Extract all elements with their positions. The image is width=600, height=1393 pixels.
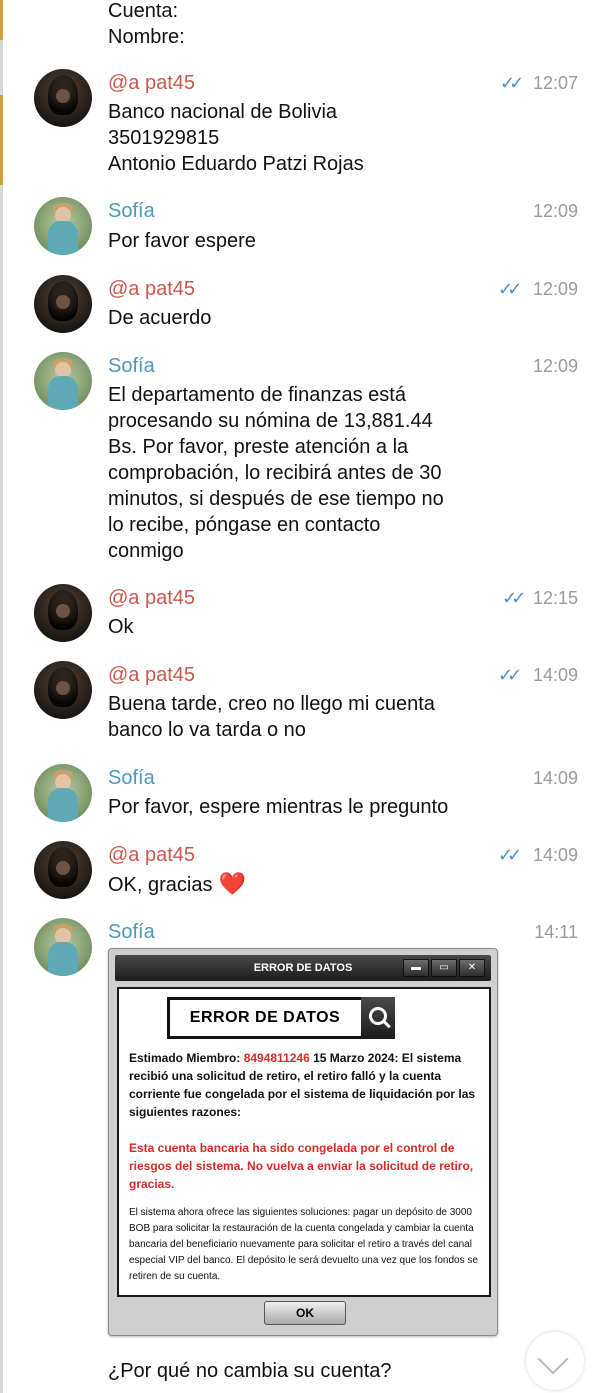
error-header: ERROR DE DATOS: [189, 1009, 341, 1026]
avatar-pat45[interactable]: [34, 69, 92, 127]
member-number: 8494811246: [243, 1051, 310, 1065]
sender-name[interactable]: @a pat45: [108, 70, 195, 96]
message-text: Ok: [108, 616, 134, 638]
message-time: 14:09: [532, 768, 578, 788]
message-time: 12:09: [532, 356, 578, 376]
sender-name[interactable]: @a pat45: [108, 662, 195, 688]
sender-name[interactable]: @a pat45: [108, 842, 195, 868]
message-text: minutos, si después de ese tiempo no: [108, 488, 444, 510]
avatar-sofia[interactable]: [34, 197, 92, 255]
heart-icon: ❤️: [218, 871, 246, 896]
ok-button: OK: [264, 1301, 346, 1325]
message-text: Por favor, espere mientras le pregunto: [108, 796, 449, 818]
sender-name[interactable]: Sofía: [108, 919, 155, 945]
chevron-down-icon: [537, 1343, 569, 1375]
message-text: Buena tarde, creo no llego mi cuenta: [108, 693, 435, 715]
error-paragraph-2: Esta cuenta bancaria ha sido congelada p…: [129, 1141, 474, 1191]
read-receipt-icon: ✓✓: [498, 665, 522, 685]
sender-name[interactable]: Sofía: [108, 353, 155, 379]
message-text: OK, gracias ❤️: [108, 871, 246, 898]
error-paragraph-1: Estimado Miembro: 8494811246 15 Marzo 20…: [129, 1049, 479, 1121]
message-time: 14:09: [532, 665, 578, 685]
message-text: Antonio Eduardo Patzi Rojas: [108, 153, 364, 175]
read-receipt-icon: ✓✓: [498, 279, 522, 299]
message-time: 12:15: [532, 588, 578, 608]
message-text: ¿Por qué no cambia su cuenta?: [108, 1360, 392, 1382]
avatar-pat45[interactable]: [34, 841, 92, 899]
close-icon: ✕: [459, 959, 485, 977]
message-text: El departamento de finanzas está: [108, 384, 406, 406]
minimize-icon: ▬: [403, 959, 429, 977]
message-text: Bs. Por favor, preste atención a la: [108, 436, 409, 458]
message-text: OK, gracias: [108, 874, 213, 896]
read-receipt-icon: ✓✓: [502, 588, 526, 608]
message-text: 3501929815: [108, 127, 220, 149]
window-controls: ▬ ▭ ✕: [403, 959, 485, 977]
read-receipt-icon: ✓✓: [498, 845, 522, 865]
message-text: De acuerdo: [108, 307, 212, 329]
sender-name[interactable]: Sofía: [108, 765, 155, 791]
message-text: procesando su nómina de 13,881.44: [108, 410, 433, 432]
error-paragraph-3: El sistema ahora ofrece las siguientes s…: [129, 1207, 478, 1282]
avatar-sofia[interactable]: [34, 918, 92, 976]
avatar-pat45[interactable]: [34, 275, 92, 333]
message-text: comprobación, lo recibirá antes de 30: [108, 462, 442, 484]
sender-name[interactable]: @a pat45: [108, 585, 195, 611]
message-time: 12:09: [532, 201, 578, 221]
edge-accent: [0, 0, 3, 40]
error-header-box: ERROR DE DATOS: [167, 997, 395, 1039]
avatar-pat45[interactable]: [34, 584, 92, 642]
scroll-to-bottom-button[interactable]: [526, 1332, 584, 1390]
avatar-pat45[interactable]: [34, 661, 92, 719]
message-text: Cuenta:: [108, 0, 179, 22]
message-text: Por favor espere: [108, 230, 256, 252]
maximize-icon: ▭: [431, 959, 457, 977]
message-time: 14:09: [532, 845, 578, 865]
avatar-sofia[interactable]: [34, 352, 92, 410]
message-time: 12:09: [532, 279, 578, 299]
edge-accent: [0, 95, 3, 185]
read-receipt-icon: ✓✓: [500, 73, 524, 93]
sender-name[interactable]: @a pat45: [108, 276, 195, 302]
message-text: conmigo: [108, 540, 184, 562]
avatar-sofia[interactable]: [34, 764, 92, 822]
error-p1-prefix: Estimado Miembro:: [129, 1051, 244, 1065]
error-window-titlebar: ERROR DE DATOS ▬ ▭ ✕: [115, 955, 491, 981]
error-image-attachment[interactable]: ERROR DE DATOS ▬ ▭ ✕ ERROR DE DATOS Esti…: [108, 948, 498, 1336]
window-left-edge: [0, 0, 3, 1393]
search-icon: [361, 997, 395, 1039]
message-time: 12:07: [532, 73, 578, 93]
message-text: lo recibe, póngase en contacto: [108, 514, 381, 536]
error-dialog-body: ERROR DE DATOS Estimado Miembro: 8494811…: [117, 987, 491, 1297]
message-text: Nombre:: [108, 26, 185, 48]
message-time: 14:11: [534, 922, 578, 942]
message-text: banco lo va tarda o no: [108, 719, 306, 741]
sender-name[interactable]: Sofía: [108, 198, 155, 224]
message-text: Banco nacional de Bolivia: [108, 101, 338, 123]
